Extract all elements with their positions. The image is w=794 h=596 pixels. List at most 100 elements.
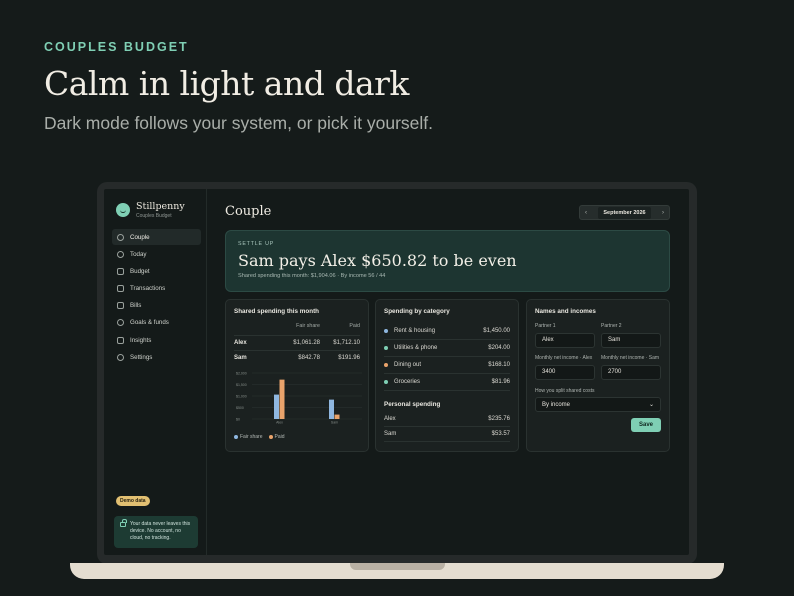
list-item: Alex $235.76 (384, 412, 510, 427)
list-item: Sam $53.57 (384, 427, 510, 442)
sidebar-item-bills[interactable]: Bills (112, 298, 201, 314)
sidebar-item-label: Bills (130, 302, 142, 310)
row-paid: $1,712.10 (333, 340, 360, 346)
category-amount: $168.10 (488, 362, 510, 368)
sidebar-item-label: Goals & funds (130, 319, 169, 327)
eyebrow: COUPLES BUDGET (44, 40, 189, 54)
brand-name: Stillpenny (136, 201, 185, 212)
bar-alex-fair-share (274, 394, 279, 419)
hero: COUPLES BUDGET Calm in light and dark Da… (44, 40, 433, 134)
incomes-row: Monthly net income · Alex 3400 Monthly n… (535, 355, 661, 380)
category-dot (384, 380, 388, 384)
person-amount: $235.76 (488, 416, 510, 422)
partner-names-row: Partner 1 Alex Partner 2 Sam (535, 323, 661, 348)
category-name: Dining out (394, 362, 422, 368)
category-dot (384, 363, 388, 367)
target-icon (117, 319, 124, 327)
sidebar-item-label: Today (130, 250, 147, 258)
split-label: How you split shared costs (535, 387, 595, 394)
card-title: Spending by category (384, 308, 450, 315)
sidebar-item-today[interactable]: Today (112, 246, 201, 262)
main-content: Couple ‹ September 2026 › SETTLE UP Sam … (208, 189, 689, 555)
bar-sam-fair-share (329, 399, 334, 419)
sun-icon (117, 250, 124, 258)
list-item: Utilities & phone $204.00 (384, 340, 510, 357)
settle-detail: Shared spending this month: $1,904.06 · … (238, 273, 386, 279)
page-title: Couple (225, 204, 272, 219)
sidebar-item-transactions[interactable]: Transactions (112, 281, 201, 297)
sidebar-item-couple[interactable]: Couple (112, 229, 201, 245)
y-tick-label: $0 (236, 418, 240, 422)
category-name: Utilities & phone (394, 345, 438, 351)
y-tick-label: $1,000 (236, 395, 247, 399)
table-row: Sam $842.78 $191.96 (234, 350, 360, 365)
partner2-label: Partner 2 (601, 323, 622, 329)
demo-badge: Demo data (116, 496, 150, 506)
laptop-notch (350, 563, 445, 570)
sidebar-item-label: Insights (130, 336, 152, 344)
income1-input[interactable]: 3400 (535, 364, 595, 380)
month-picker: ‹ September 2026 › (579, 205, 670, 220)
chevron-right-icon[interactable]: › (662, 210, 664, 216)
person-name: Alex (384, 416, 396, 422)
partner2-input[interactable]: Sam (601, 332, 661, 348)
chart-legend: Fair share Paid (234, 434, 360, 440)
sidebar-item-insights[interactable]: Insights (112, 332, 201, 348)
category-name: Rent & housing (394, 328, 436, 334)
users-icon (117, 233, 124, 241)
category-amount: $1,450.00 (483, 328, 510, 334)
month-label[interactable]: September 2026 (598, 206, 651, 219)
list-item: Groceries $81.96 (384, 374, 510, 391)
list-icon (117, 285, 124, 293)
split-field: How you split shared costs By income ⌄ (535, 388, 661, 413)
save-button[interactable]: Save (630, 418, 661, 432)
list-item: Rent & housing $1,450.00 (384, 323, 510, 340)
income2-input[interactable]: 2700 (601, 364, 661, 380)
brand[interactable]: Stillpenny Couples Budget (116, 201, 185, 219)
calendar-icon (117, 302, 124, 310)
subhead: Dark mode follows your system, or pick i… (44, 113, 434, 133)
bar-sam-paid (334, 414, 340, 419)
x-tick-label: Sam (331, 421, 338, 425)
gear-icon (117, 353, 124, 361)
chevron-left-icon[interactable]: ‹ (585, 210, 587, 216)
incomes-card: Names and incomes Partner 1 Alex Partner… (526, 299, 670, 452)
y-tick-label: $500 (236, 406, 244, 410)
legend-paid: Paid (268, 434, 285, 440)
category-dot (384, 346, 388, 350)
sidebar-item-label: Couple (130, 233, 150, 241)
sidebar-item-label: Settings (130, 353, 153, 361)
col-fair-share: Fair share (296, 323, 320, 329)
settle-amount: Sam pays Alex $650.82 to be even (238, 251, 517, 270)
split-select[interactable]: By income ⌄ (535, 397, 661, 413)
partner1-label: Partner 1 (535, 323, 556, 329)
chevron-down-icon: ⌄ (648, 402, 654, 409)
app-screen: Stillpenny Couples Budget Couple Today B… (104, 189, 689, 555)
sidebar: Stillpenny Couples Budget Couple Today B… (104, 189, 207, 555)
personal-spending-title: Personal spending (384, 401, 441, 408)
privacy-text: Your data never leaves this device. No a… (130, 521, 191, 541)
settle-up-card: SETTLE UP Sam pays Alex $650.82 to be ev… (225, 230, 670, 292)
income1-label: Monthly net income · Alex (535, 354, 593, 361)
split-value: By income (542, 401, 571, 408)
row-fair: $842.78 (298, 355, 320, 361)
sidebar-item-label: Budget (130, 267, 150, 275)
category-dot (384, 329, 388, 333)
person-name: Sam (384, 431, 397, 437)
sidebar-item-budget[interactable]: Budget (112, 263, 201, 279)
shared-spending-chart: $2,000 $1,500 $1,000 $500 $0 Alex Sam (236, 372, 362, 425)
row-name: Alex (234, 340, 247, 346)
category-amount: $204.00 (488, 345, 510, 351)
brand-subtitle: Couples Budget (136, 213, 172, 219)
row-fair: $1,061.28 (293, 340, 320, 346)
partner1-input[interactable]: Alex (535, 332, 595, 348)
settle-eyebrow: SETTLE UP (238, 241, 275, 247)
smile-logo-icon (116, 203, 130, 217)
person-amount: $53.57 (491, 431, 510, 437)
bar-alex-paid (279, 379, 285, 419)
table-row: Alex $1,061.28 $1,712.10 (234, 335, 360, 350)
sidebar-item-settings[interactable]: Settings (112, 349, 201, 365)
income2-label: Monthly net income · Sam (601, 354, 660, 361)
row-paid: $191.96 (338, 355, 360, 361)
sidebar-item-goals[interactable]: Goals & funds (112, 315, 201, 331)
